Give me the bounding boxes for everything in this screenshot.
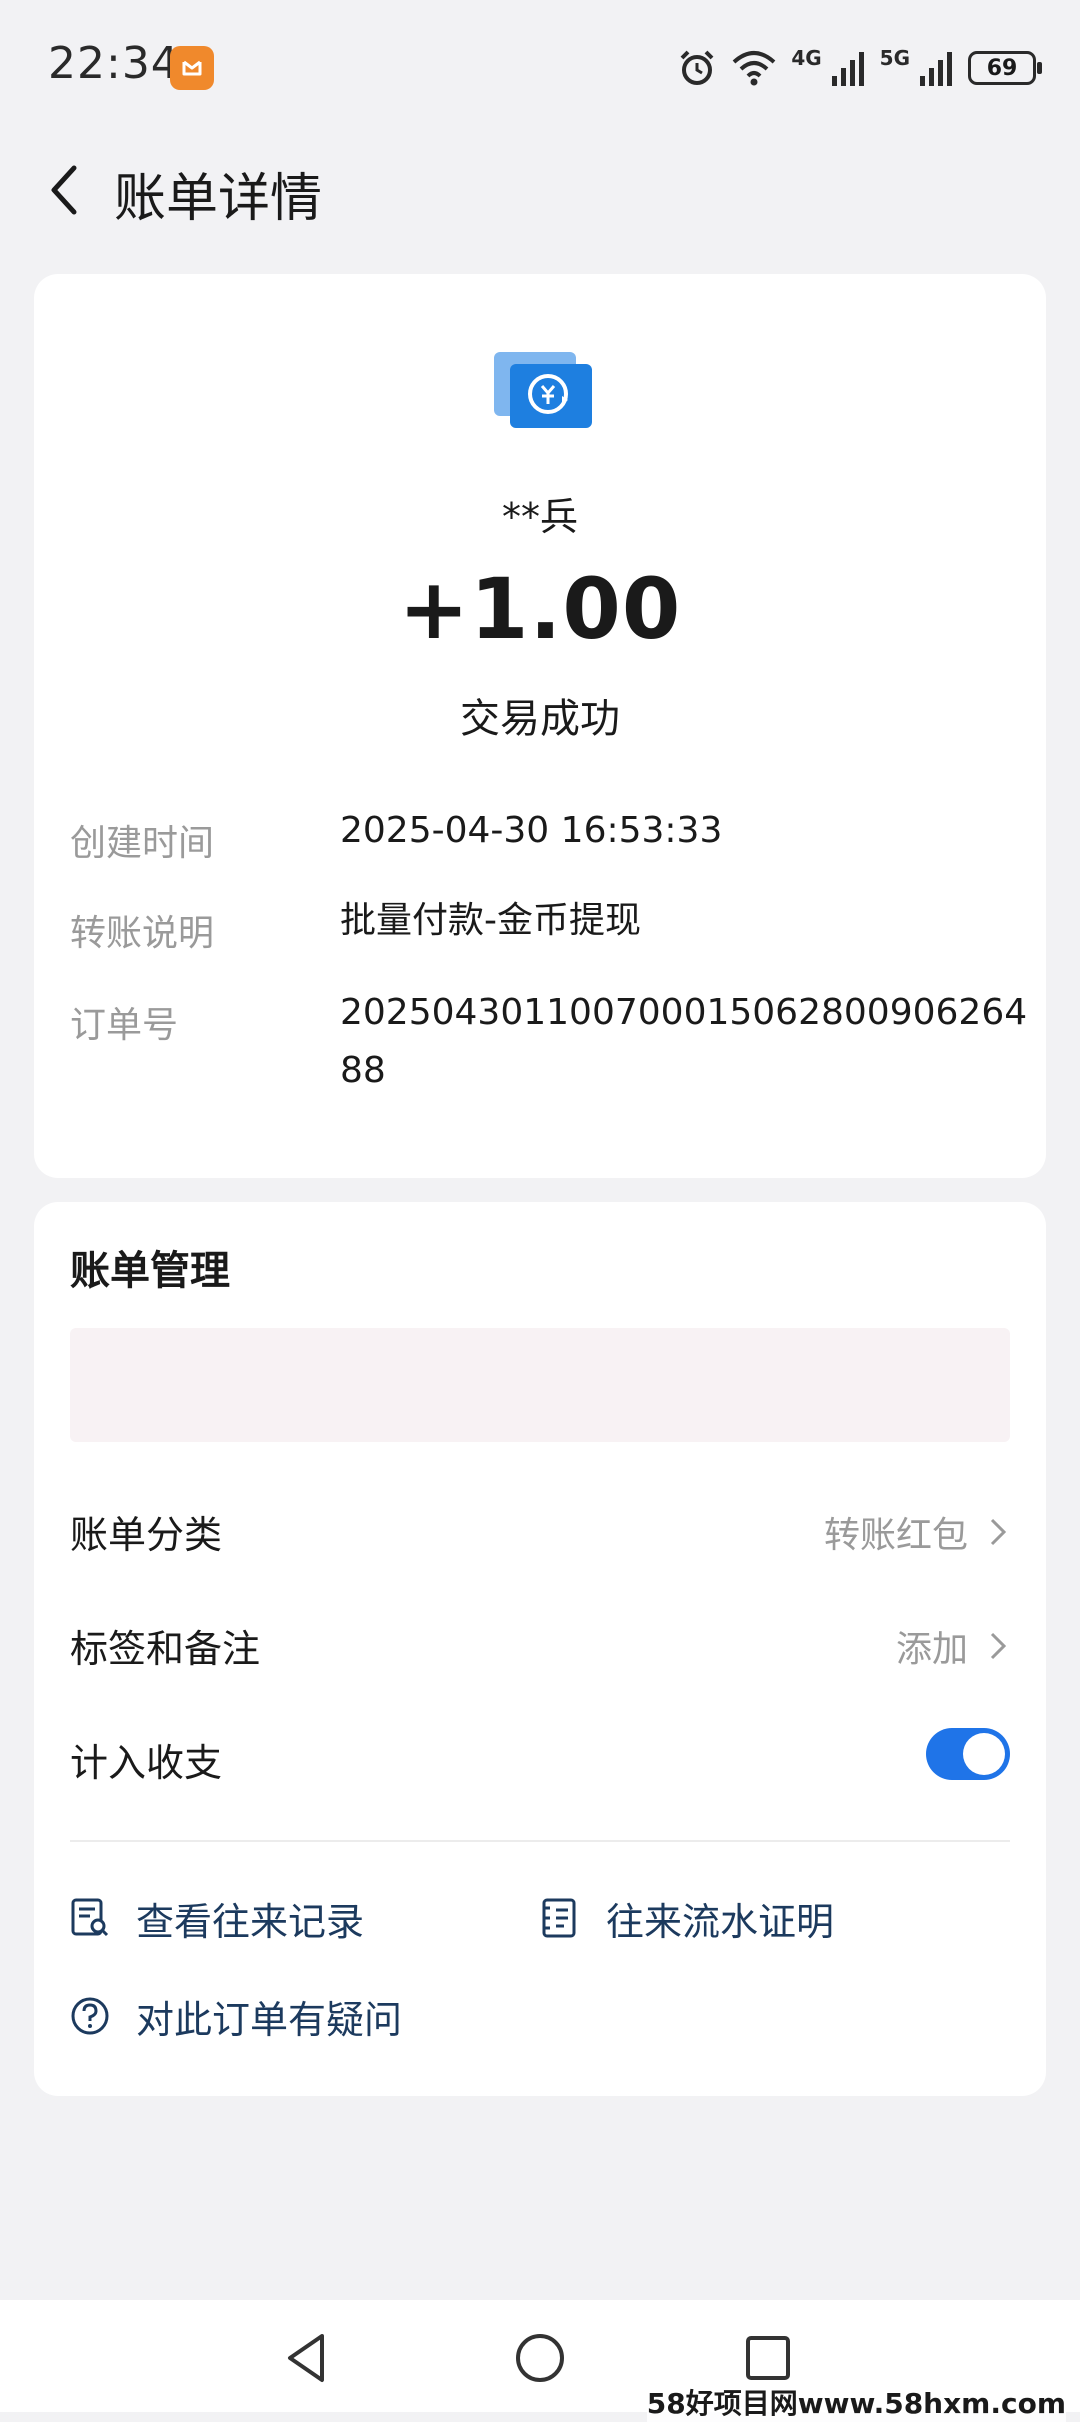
record-search-icon (71, 1898, 109, 1937)
back-arrow-icon[interactable] (30, 150, 110, 230)
document-proof-icon (542, 1898, 576, 1938)
bill-detail-card: **兵 +1.00 交易成功 创建时间 2025-04-30 16:53:33 … (34, 274, 1046, 1178)
system-nav-bar: 58好项目网www.58hxm.com (0, 2300, 1080, 2422)
chevron-right-icon (990, 1632, 1007, 1660)
ad-banner[interactable] (70, 1328, 1010, 1442)
transfer-note-label: 转账说明 (70, 913, 215, 954)
view-history-link[interactable]: 查看往来记录 (68, 1888, 364, 1948)
signal-4g-icon (831, 52, 864, 86)
net-5g-label: 5G (879, 46, 910, 70)
alarm-icon (680, 50, 714, 85)
order-number-label: 订单号 (70, 1005, 179, 1046)
toggle-knob (963, 1733, 1005, 1775)
status-time: 22:34 (48, 38, 180, 89)
watermark-text: 58好项目网www.58hxm.com (646, 2382, 1066, 2422)
question-circle-icon (71, 1997, 109, 2035)
transfer-note-value: 批量付款-金币提现 (340, 900, 641, 941)
status-bar: 22:34 4G 5G 69 (0, 0, 1080, 130)
bill-category-row[interactable]: 账单分类 转账红包 (70, 1494, 1010, 1564)
chevron-right-icon (990, 1518, 1007, 1546)
bill-category-value: 转账红包 (823, 1515, 968, 1556)
order-question-link[interactable]: 对此订单有疑问 (68, 1986, 402, 2046)
wifi-icon (732, 51, 776, 86)
tag-note-label: 标签和备注 (70, 1627, 261, 1671)
app-header: 账单详情 (0, 140, 1080, 240)
page-title: 账单详情 (114, 169, 323, 229)
order-question-text: 对此订单有疑问 (136, 1997, 403, 2042)
notification-app-icon (170, 46, 214, 90)
count-in-balance-toggle[interactable] (926, 1728, 1010, 1780)
payee-name: **兵 (501, 495, 578, 539)
home-circle-icon[interactable] (508, 2326, 572, 2390)
transaction-proof-link[interactable]: 往来流水证明 (538, 1888, 834, 1948)
count-in-balance-label: 计入收支 (70, 1741, 223, 1785)
signal-5g-icon (920, 52, 952, 86)
created-time-label: 创建时间 (70, 823, 215, 864)
net-4g-label: 4G (791, 46, 822, 70)
back-triangle-icon[interactable] (276, 2326, 340, 2390)
battery-icon: 69 (968, 51, 1042, 85)
tag-note-value: 添加 (895, 1629, 968, 1670)
count-in-balance-row: 计入收支 (70, 1722, 1010, 1792)
order-number-value: 20250430110070001506280090626488 (340, 992, 1028, 1091)
tag-note-row[interactable]: 标签和备注 添加 (70, 1608, 1010, 1678)
transfer-yuan-icon (494, 352, 592, 428)
divider (70, 1840, 1010, 1842)
bill-manage-card: 账单管理 账单分类 转账红包 标签和备注 添加 计入收支 查看往来记录 往来流水… (34, 1202, 1046, 2096)
manage-title: 账单管理 (70, 1248, 230, 1294)
battery-level: 69 (986, 55, 1018, 81)
created-time-value: 2025-04-30 16:53:33 (340, 810, 723, 851)
transaction-status: 交易成功 (460, 696, 620, 742)
recents-square-icon[interactable] (736, 2326, 800, 2390)
transaction-proof-text: 往来流水证明 (606, 1899, 835, 1944)
view-history-text: 查看往来记录 (136, 1899, 365, 1944)
bill-category-label: 账单分类 (70, 1513, 223, 1557)
transaction-amount: +1.00 (398, 560, 682, 658)
